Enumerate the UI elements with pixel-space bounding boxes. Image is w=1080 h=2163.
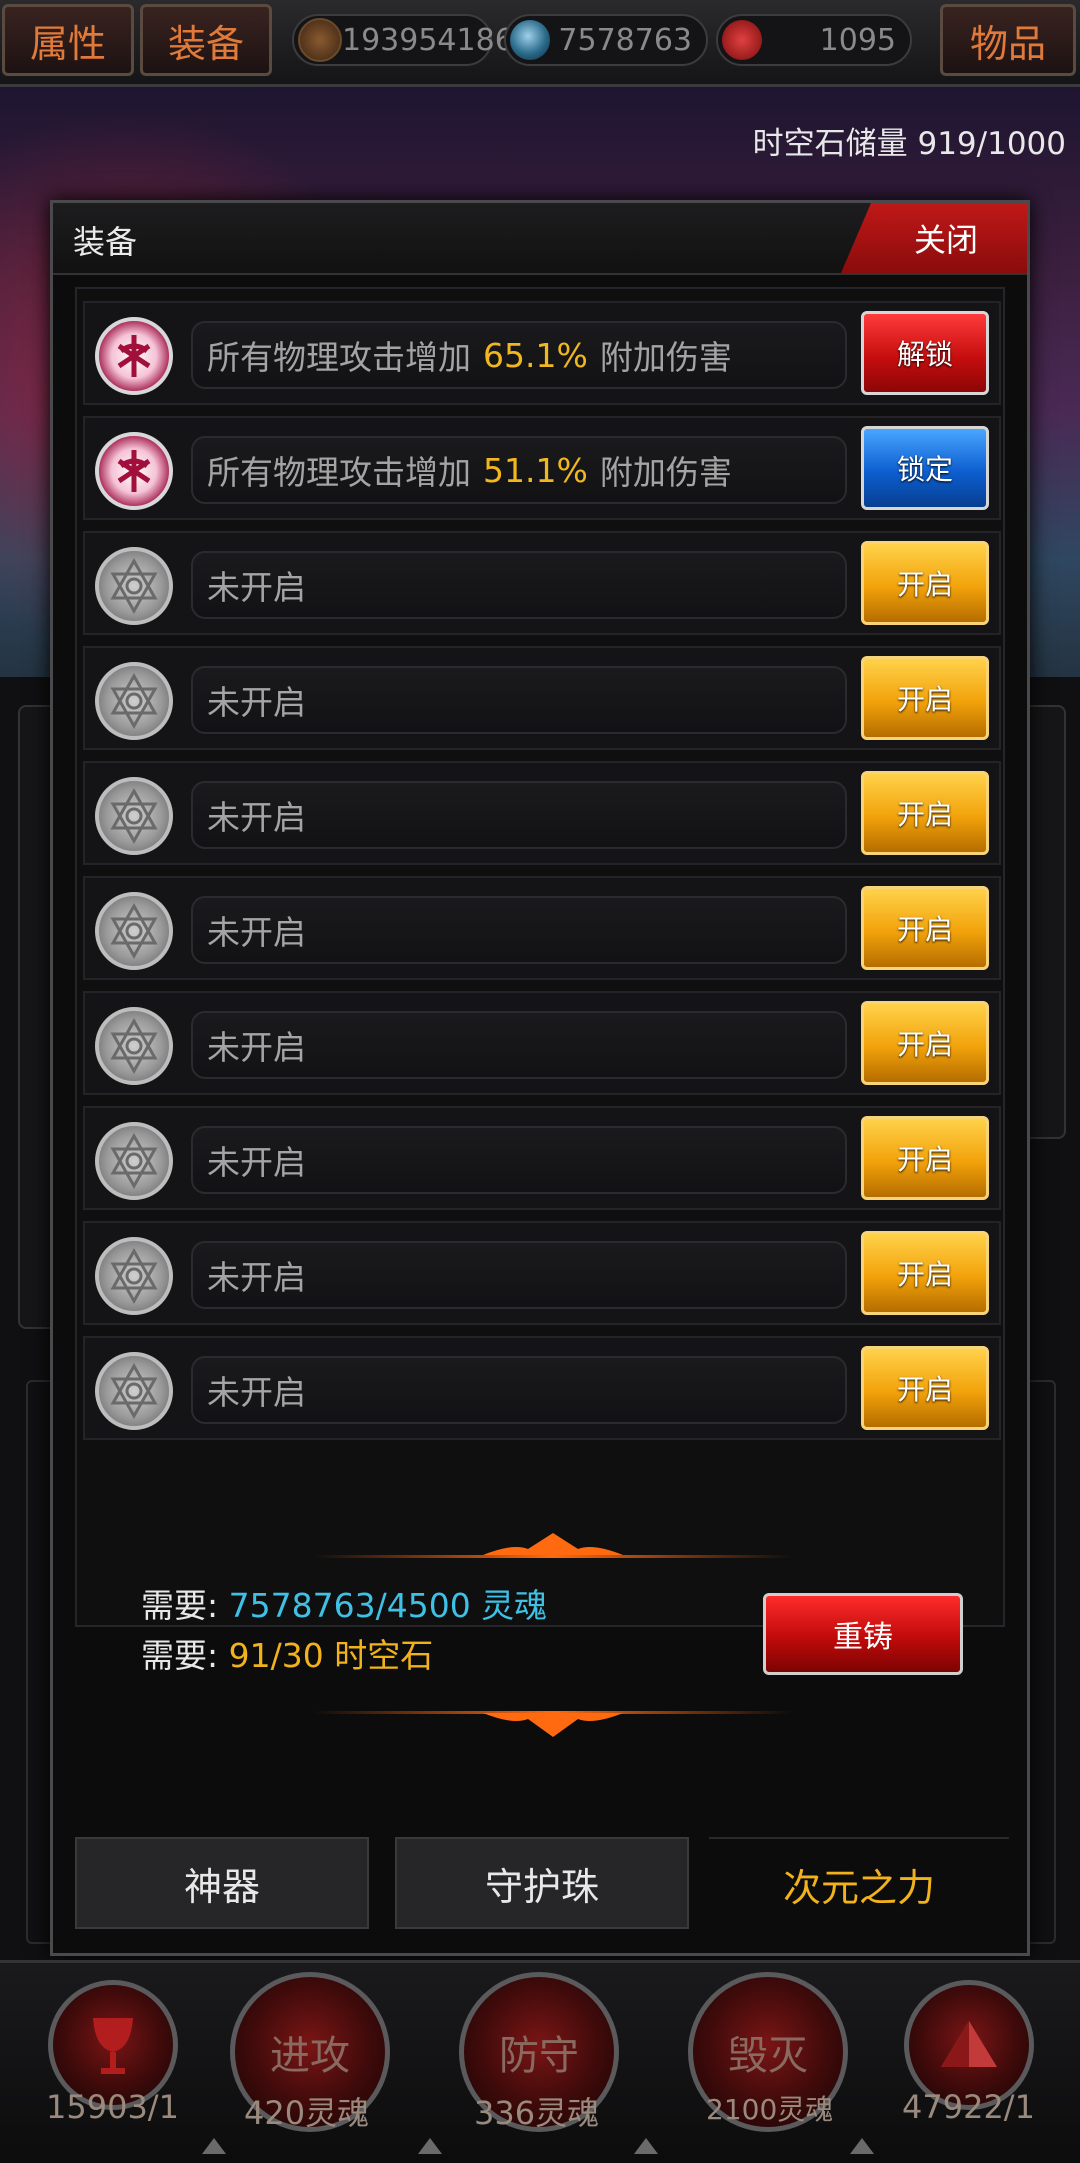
defense-orb-label: 防守 bbox=[499, 2033, 579, 2079]
enchant-list: 所有物理攻击增加 65.1% 附加伤害 解锁 所有物理攻击增加 51.1% 附加伤害 锁定 未开… bbox=[75, 287, 1005, 1627]
enchant-row: 未开启 开启 bbox=[83, 1336, 1001, 1440]
row-action-button[interactable]: 解锁 bbox=[861, 311, 989, 395]
locked-seal-icon bbox=[95, 1122, 173, 1200]
red-gem-icon bbox=[722, 20, 762, 60]
resource-soul-value: 7578763 bbox=[558, 22, 692, 58]
requirement-souls: 需要: 7578763/4500 灵魂 bbox=[141, 1579, 547, 1627]
tab-equipment[interactable]: 装备 bbox=[140, 4, 272, 76]
resource-bronze: 193954186 bbox=[292, 14, 514, 66]
right-side-strip bbox=[1026, 1380, 1056, 1944]
requirement-stone-label: 需要: bbox=[141, 1636, 219, 1675]
enchant-percent: 65.1% bbox=[483, 335, 588, 375]
enchant-row: 未开启 开启 bbox=[83, 531, 1001, 635]
enchant-text: 未开启 bbox=[191, 666, 847, 734]
enchant-prefix: 所有物理攻击增加 bbox=[207, 338, 471, 377]
row-action-button[interactable]: 开启 bbox=[861, 1001, 989, 1085]
close-button[interactable]: 关闭 bbox=[841, 203, 1027, 273]
enchant-prefix: 未开启 bbox=[207, 1373, 306, 1412]
goblet-caption: 15903/1 bbox=[46, 2088, 179, 2126]
enchant-text: 未开启 bbox=[191, 551, 847, 619]
skull-soul-icon bbox=[510, 20, 550, 60]
tab-artifact[interactable]: 神器 bbox=[75, 1837, 369, 1929]
row-action-button[interactable]: 开启 bbox=[861, 1116, 989, 1200]
arrow-up-icon bbox=[850, 2138, 874, 2154]
attack-orb-label: 进攻 bbox=[270, 2033, 350, 2079]
enchant-suffix: 附加伤害 bbox=[599, 338, 732, 377]
enchant-prefix: 未开启 bbox=[207, 683, 306, 722]
enchant-text: 未开启 bbox=[191, 1126, 847, 1194]
locked-seal-icon bbox=[95, 777, 173, 855]
requirement-stone: 需要: 91/30 时空石 bbox=[141, 1629, 433, 1677]
locked-seal-icon bbox=[95, 662, 173, 740]
enchant-text: 未开启 bbox=[191, 1011, 847, 1079]
enchant-row: 未开启 开启 bbox=[83, 876, 1001, 980]
row-action-button[interactable]: 开启 bbox=[861, 541, 989, 625]
requirement-souls-label: 需要: bbox=[141, 1586, 219, 1625]
tab-dimension-power[interactable]: 次元之力 bbox=[709, 1837, 1009, 1929]
defense-caption: 336灵魂 bbox=[474, 2094, 600, 2132]
row-action-button[interactable]: 开启 bbox=[861, 886, 989, 970]
enchant-row: 未开启 开启 bbox=[83, 991, 1001, 1095]
enchant-prefix: 未开启 bbox=[207, 913, 306, 952]
row-action-button[interactable]: 开启 bbox=[861, 1231, 989, 1315]
enchant-row: 未开启 开启 bbox=[83, 646, 1001, 750]
reforge-button[interactable]: 重铸 bbox=[763, 1593, 963, 1675]
enchant-prefix: 未开启 bbox=[207, 1258, 306, 1297]
resource-gem: 1095 bbox=[716, 14, 912, 66]
attack-caption: 420灵魂 bbox=[244, 2094, 370, 2132]
enchant-row: 未开启 开启 bbox=[83, 1106, 1001, 1210]
locked-seal-icon bbox=[95, 547, 173, 625]
enchant-row: 所有物理攻击增加 65.1% 附加伤害 解锁 bbox=[83, 301, 1001, 405]
enchant-text: 未开启 bbox=[191, 1241, 847, 1309]
equipment-dialog: 装备 关闭 所有物理攻击增加 65.1% 附加伤害 解锁 所有物理攻击增加 51.1% 附加… bbox=[50, 200, 1030, 1956]
row-action-button[interactable]: 开启 bbox=[861, 656, 989, 740]
enchant-percent: 51.1% bbox=[483, 450, 588, 490]
enchant-prefix: 未开启 bbox=[207, 798, 306, 837]
enchant-row: 未开启 开启 bbox=[83, 1221, 1001, 1325]
locked-seal-icon bbox=[95, 1237, 173, 1315]
locked-seal-icon bbox=[95, 892, 173, 970]
resource-soul: 7578763 bbox=[504, 14, 708, 66]
enchant-text: 未开启 bbox=[191, 896, 847, 964]
enchant-prefix: 所有物理攻击增加 bbox=[207, 453, 471, 492]
destroy-caption: 2100灵魂 bbox=[706, 2093, 834, 2126]
tab-guardian-orb[interactable]: 守护珠 bbox=[395, 1837, 689, 1929]
row-action-button[interactable]: 锁定 bbox=[861, 426, 989, 510]
top-ornament bbox=[313, 1533, 793, 1558]
enchant-row: 所有物理攻击增加 51.1% 附加伤害 锁定 bbox=[83, 416, 1001, 520]
locked-seal-icon bbox=[95, 1007, 173, 1085]
requirement-souls-value: 7578763/4500 灵魂 bbox=[228, 1586, 548, 1625]
enchant-text: 未开启 bbox=[191, 781, 847, 849]
arrow-up-icon bbox=[634, 2138, 658, 2154]
requirement-stone-value: 91/30 时空石 bbox=[228, 1636, 434, 1675]
pyramid-caption: 47922/1 bbox=[902, 2088, 1035, 2126]
dialog-title: 装备 bbox=[73, 223, 138, 261]
crest-icon bbox=[95, 432, 173, 510]
destroy-orb-label: 毁灭 bbox=[728, 2033, 808, 2079]
resource-bronze-value: 193954186 bbox=[342, 22, 514, 58]
top-bar: 属性 装备 193954186 7578763 1095 物品 bbox=[0, 0, 1080, 87]
enchant-suffix: 附加伤害 bbox=[599, 453, 732, 492]
arrow-up-icon bbox=[418, 2138, 442, 2154]
storage-readout: 时空石储量 919/1000 bbox=[752, 126, 1066, 162]
enchant-row: 未开启 开启 bbox=[83, 761, 1001, 865]
tab-items[interactable]: 物品 bbox=[940, 4, 1076, 76]
enchant-prefix: 未开启 bbox=[207, 1028, 306, 1067]
dialog-header: 装备 关闭 bbox=[53, 203, 1027, 275]
row-action-button[interactable]: 开启 bbox=[861, 771, 989, 855]
resource-gem-value: 1095 bbox=[819, 22, 896, 58]
enchant-prefix: 未开启 bbox=[207, 1143, 306, 1182]
crest-icon bbox=[95, 317, 173, 395]
enchant-text: 所有物理攻击增加 51.1% 附加伤害 bbox=[191, 436, 847, 504]
arrow-up-icon bbox=[202, 2138, 226, 2154]
row-action-button[interactable]: 开启 bbox=[861, 1346, 989, 1430]
enchant-text: 所有物理攻击增加 65.1% 附加伤害 bbox=[191, 321, 847, 389]
enchant-prefix: 未开启 bbox=[207, 568, 306, 607]
enchant-text: 未开启 bbox=[191, 1356, 847, 1424]
locked-seal-icon bbox=[95, 1352, 173, 1430]
bottom-ornament bbox=[313, 1711, 793, 1737]
tab-attributes[interactable]: 属性 bbox=[2, 4, 134, 76]
bronze-medal-icon bbox=[298, 18, 342, 62]
